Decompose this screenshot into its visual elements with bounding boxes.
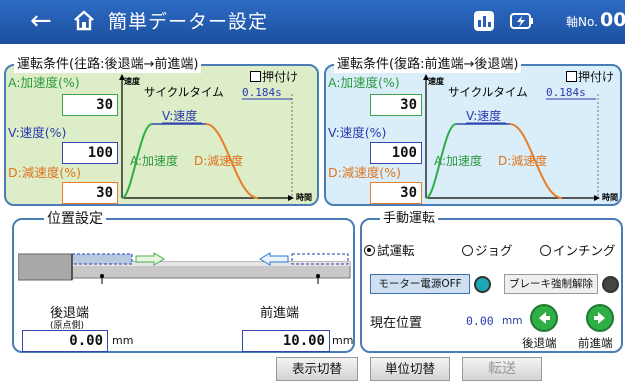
axis-label: 軸No. (566, 15, 598, 29)
radio-icon (462, 245, 473, 256)
backward-panel-title: 運転条件(復路:前進端→後退端) (334, 57, 522, 73)
unit-switch-button[interactable]: 単位切替 (370, 357, 450, 381)
mode-test-run-radio[interactable]: 試運転 (364, 240, 415, 259)
current-pos-value: 0.00 (466, 314, 494, 328)
title-bar: ← 簡単データー設定 軸No. 00 (0, 0, 625, 44)
current-pos-unit: mm (502, 315, 523, 327)
current-pos-label: 現在位置 (370, 316, 423, 331)
fwd-end-label: 前進端 (260, 306, 300, 321)
move-fwd-end-button[interactable] (586, 304, 614, 332)
speed-label: V:速度(%) (8, 125, 67, 140)
monitor-chart-icon[interactable] (474, 11, 494, 31)
x-axis-label: 時間 (296, 192, 312, 202)
transfer-button[interactable]: 転送 (462, 357, 542, 381)
decel-input[interactable]: 30 (370, 182, 422, 204)
fwd-end-input[interactable]: 10.00 (242, 330, 330, 352)
decel-label: D:減速度(%) (8, 165, 81, 180)
back-end-input[interactable]: 0.00 (22, 330, 108, 352)
right-arrow-icon (594, 312, 605, 324)
decel-input[interactable]: 30 (62, 182, 118, 204)
v-speed-label: V:速度 (162, 108, 197, 123)
display-switch-button[interactable]: 表示切替 (276, 357, 358, 381)
d-decel-label: D:減速度 (194, 153, 243, 168)
actuator-diagram (18, 252, 351, 284)
speed-label: V:速度(%) (328, 125, 387, 140)
y-axis-label: 速度 (428, 76, 445, 86)
cycle-time-label: サイクルタイム (448, 85, 528, 99)
brake-release-button[interactable]: ブレーキ強制解除 (504, 274, 598, 294)
accel-input[interactable]: 30 (62, 94, 118, 116)
cycle-time-label: サイクルタイム (144, 85, 224, 99)
y-axis-label: 速度 (124, 76, 141, 86)
radio-icon (540, 245, 551, 256)
decel-label: D:減速度(%) (328, 165, 401, 180)
battery-icon[interactable] (510, 12, 534, 30)
d-decel-label: D:減速度 (498, 153, 547, 168)
axis-number: 00 (600, 9, 625, 31)
mode-label: インチング (553, 243, 616, 258)
back-end-button-label: 後退端 (522, 336, 557, 350)
home-icon[interactable] (72, 9, 96, 33)
accel-label: A:加速度(%) (8, 75, 80, 90)
left-arrow-icon (539, 312, 550, 324)
forward-speed-profile-chart: 速度 時間 サイクルタイム 0.184s V:速度 A:加速度 D:減速度 (119, 74, 312, 202)
position-panel-title: 位置設定 (44, 211, 106, 227)
speed-input[interactable]: 100 (370, 142, 422, 164)
accel-label: A:加速度(%) (328, 75, 400, 90)
backward-speed-profile-chart: 速度 時間 サイクルタイム 0.184s V:速度 A:加速度 D:減速度 (423, 74, 618, 202)
motor-status-lamp (474, 276, 491, 293)
mode-label: ジョグ (475, 243, 513, 258)
a-accel-label: A:加速度 (130, 153, 178, 168)
back-arrow-icon[interactable]: ← (30, 4, 52, 38)
back-end-unit: mm (112, 334, 134, 347)
a-accel-label: A:加速度 (434, 153, 482, 168)
manual-operation-panel: 手動運転 試運転 ジョグ インチング モーター電源OFF ブレーキ強制解除 現在… (360, 211, 623, 353)
page-title: 簡単データー設定 (108, 11, 269, 33)
position-setting-panel: 位置設定 後退端 (原点側) 0.00 mm 前進端 10.00 mm (12, 211, 355, 353)
mode-inching-radio[interactable]: インチング (540, 240, 616, 259)
fwd-end-button-label: 前進端 (578, 336, 613, 350)
forward-condition-panel: 運転条件(往路:後退端→前進端) 押付け A:加速度(%) 30 V:速度(%)… (4, 57, 319, 206)
v-speed-label: V:速度 (466, 108, 501, 123)
fwd-end-unit: mm (332, 334, 354, 347)
x-axis-label: 時間 (602, 192, 618, 202)
backward-condition-panel: 運転条件(復路:前進端→後退端) 押付け A:加速度(%) 30 V:速度(%)… (324, 57, 622, 206)
cycle-time-value: 0.184s (242, 86, 282, 99)
mode-label: 試運転 (377, 243, 415, 258)
manual-panel-title: 手動運転 (380, 211, 439, 227)
speed-input[interactable]: 100 (62, 142, 118, 164)
forward-panel-title: 運転条件(往路:後退端→前進端) (14, 57, 202, 73)
brake-status-lamp (602, 276, 619, 293)
cycle-time-value: 0.184s (546, 86, 586, 99)
radio-selected-icon (364, 245, 375, 256)
mode-jog-radio[interactable]: ジョグ (462, 240, 513, 259)
move-back-end-button[interactable] (530, 304, 558, 332)
motor-power-off-button[interactable]: モーター電源OFF (370, 274, 470, 294)
accel-input[interactable]: 30 (370, 94, 422, 116)
